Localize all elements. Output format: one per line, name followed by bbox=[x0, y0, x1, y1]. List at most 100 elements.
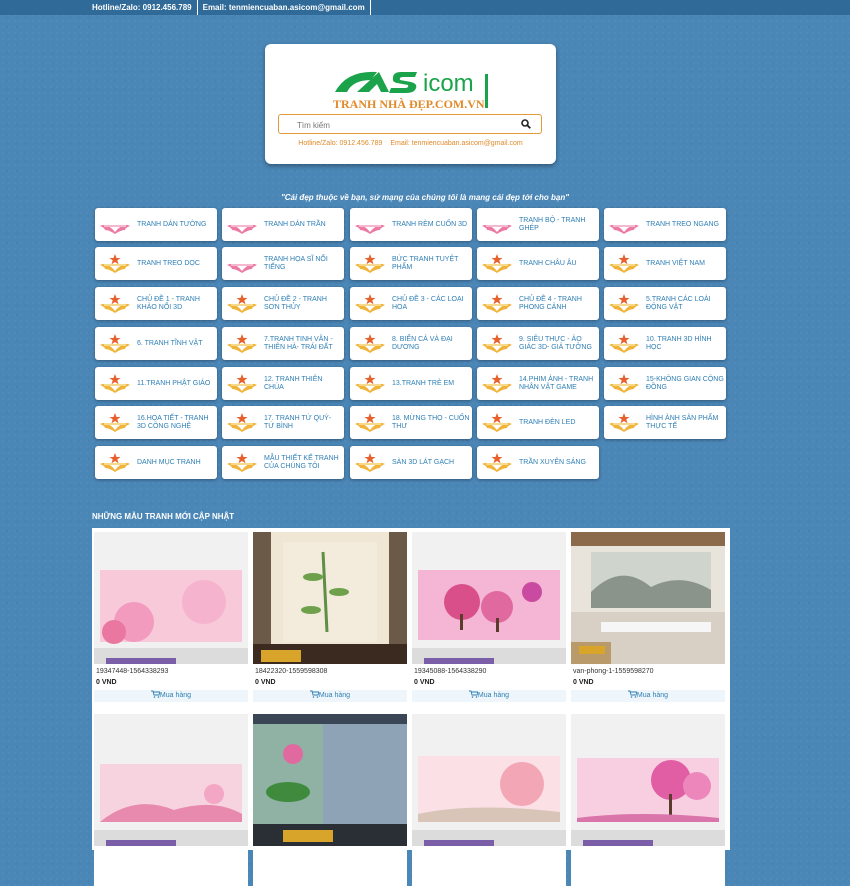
category-item[interactable]: 9. SIÊU THỰC - ẢO GIÁC 3D- GIẢ TƯỞNG bbox=[477, 327, 599, 360]
star-wings-icon bbox=[482, 413, 512, 432]
product-card[interactable] bbox=[94, 710, 248, 886]
category-item[interactable]: 7.TRANH TINH VÂN - THIÊN HÀ- TRÁI ĐẤT bbox=[222, 327, 344, 360]
product-name[interactable]: 18422320-1559598308 bbox=[255, 668, 327, 675]
star-wings-icon bbox=[100, 294, 130, 313]
category-label: MẪU THIẾT KẾ TRANH CỦA CHÚNG TÔI bbox=[264, 454, 339, 470]
category-item[interactable]: TRANH HỌA SĨ NỔI TIẾNG bbox=[222, 247, 344, 280]
top-info-bar: Hotline/Zalo: 0912.456.789 Email: tenmie… bbox=[0, 0, 850, 15]
category-item[interactable]: 13.TRANH TRẺ EM bbox=[350, 367, 472, 400]
category-label: 14.PHIM ẢNH - TRANH NHÂN VẬT GAME bbox=[519, 375, 594, 391]
product-price: 0 VND bbox=[573, 679, 594, 686]
product-card[interactable] bbox=[571, 710, 725, 886]
header-hotline[interactable]: Hotline/Zalo: 0912.456.789 bbox=[298, 140, 382, 147]
buy-button[interactable]: Mua hàng bbox=[253, 690, 407, 702]
category-item[interactable]: TRANH DÁN TRẦN bbox=[222, 208, 344, 241]
category-item[interactable]: TRANH VIỆT NAM bbox=[604, 247, 726, 280]
star-wings-icon bbox=[355, 413, 385, 432]
star-wings-icon bbox=[482, 374, 512, 393]
product-card[interactable]: van-phong-1-1559598270 0 VND Mua hàng bbox=[571, 528, 725, 704]
category-label: 6. TRANH TĨNH VẬT bbox=[137, 339, 203, 347]
category-label: HÌNH ẢNH SẢN PHẨM THỰC TẾ bbox=[646, 414, 719, 430]
category-item[interactable]: TRANH BỘ - TRANH GHÉP bbox=[477, 208, 599, 241]
category-item[interactable]: TRANH DÁN TƯỜNG bbox=[95, 208, 217, 241]
product-image[interactable] bbox=[571, 714, 725, 846]
category-item[interactable]: CHỦ ĐỀ 2 - TRANH SƠN THỦY bbox=[222, 287, 344, 320]
buy-button[interactable]: Mua hàng bbox=[571, 690, 725, 702]
category-item[interactable]: HÌNH ẢNH SẢN PHẨM THỰC TẾ bbox=[604, 406, 726, 439]
category-item[interactable]: 10. TRANH 3D HÌNH HỌC bbox=[604, 327, 726, 360]
category-item[interactable]: 6. TRANH TĨNH VẬT bbox=[95, 327, 217, 360]
product-image[interactable] bbox=[94, 714, 248, 846]
buy-label: Mua hàng bbox=[477, 692, 510, 699]
category-item[interactable]: CHỦ ĐỀ 3 - CÁC LOẠI HOA bbox=[350, 287, 472, 320]
site-logo[interactable]: icom TRANH NHÀ ĐẸP.COM.VN bbox=[327, 62, 497, 112]
header-email[interactable]: Email: tenmiencuaban.asicom@gmail.com bbox=[390, 140, 522, 147]
star-wings-icon bbox=[482, 294, 512, 313]
category-label: TRANH CHÂU ÂU bbox=[519, 259, 577, 267]
product-name[interactable]: van-phong-1-1559598270 bbox=[573, 668, 654, 675]
star-wings-icon bbox=[355, 453, 385, 472]
product-image[interactable] bbox=[253, 532, 407, 664]
category-label: TRANH TREO DỌC bbox=[137, 259, 200, 267]
category-item[interactable]: TRANH RÈM CUỐN 3D bbox=[350, 208, 472, 241]
category-item[interactable]: 17. TRANH TỨ QUÝ- TỨ BÌNH bbox=[222, 406, 344, 439]
product-card[interactable] bbox=[412, 710, 566, 886]
topbar-hotline[interactable]: Hotline/Zalo: 0912.456.789 bbox=[92, 0, 198, 15]
buy-button[interactable]: Mua hàng bbox=[94, 690, 248, 702]
buy-label: Mua hàng bbox=[636, 692, 669, 699]
product-card[interactable] bbox=[253, 710, 407, 886]
product-image[interactable] bbox=[94, 532, 248, 664]
header-contact: Hotline/Zalo: 0912.456.789 Email: tenmie… bbox=[265, 140, 556, 147]
product-image[interactable] bbox=[571, 532, 725, 664]
product-card[interactable]: 19347448-1564338293 0 VND Mua hàng bbox=[94, 528, 248, 704]
category-item[interactable]: MẪU THIẾT KẾ TRANH CỦA CHÚNG TÔI bbox=[222, 446, 344, 479]
category-label: BỨC TRANH TUYỆT PHẨM bbox=[392, 255, 459, 271]
category-item[interactable]: SÀN 3D LÁT GẠCH bbox=[350, 446, 472, 479]
product-image[interactable] bbox=[253, 714, 407, 846]
product-name[interactable]: 19345088-1564338290 bbox=[414, 668, 486, 675]
product-image[interactable] bbox=[412, 714, 566, 846]
category-item[interactable]: 5.TRANH CÁC LOÀI ĐỘNG VẬT bbox=[604, 287, 726, 320]
topbar-email[interactable]: Email: tenmiencuaban.asicom@gmail.com bbox=[203, 0, 371, 15]
star-wings-icon bbox=[227, 374, 257, 393]
category-item[interactable]: BỨC TRANH TUYỆT PHẨM bbox=[350, 247, 472, 280]
wings-icon bbox=[227, 263, 257, 273]
category-item[interactable]: TRANH ĐÈN LED bbox=[477, 406, 599, 439]
category-item[interactable]: CHỦ ĐỀ 1 - TRANH KHẢO NỔI 3D bbox=[95, 287, 217, 320]
search-icon[interactable] bbox=[521, 119, 531, 129]
category-item[interactable]: TRANH CHÂU ÂU bbox=[477, 247, 599, 280]
slogan: "Cái đẹp thuộc về bạn, sứ mạng của chúng… bbox=[280, 193, 570, 202]
category-item[interactable]: DANH MỤC TRANH bbox=[95, 446, 217, 479]
category-item[interactable]: 15-KHÔNG GIAN CỘNG ĐỒNG bbox=[604, 367, 726, 400]
category-label: CHỦ ĐỀ 3 - CÁC LOẠI HOA bbox=[392, 295, 464, 311]
search-input[interactable] bbox=[295, 117, 519, 133]
category-item[interactable]: TRANH TREO DỌC bbox=[95, 247, 217, 280]
category-item[interactable]: 8. BIỂN CẢ VÀ ĐẠI DƯƠNG bbox=[350, 327, 472, 360]
category-item[interactable]: 18. MỪNG THỌ - CUỐN THƯ bbox=[350, 406, 472, 439]
category-label: 7.TRANH TINH VÂN - THIÊN HÀ- TRÁI ĐẤT bbox=[264, 335, 333, 351]
category-label: TRANH TREO NGANG bbox=[646, 220, 719, 228]
category-item[interactable]: TRANH TREO NGANG bbox=[604, 208, 726, 241]
cart-icon bbox=[627, 690, 638, 698]
buy-button[interactable]: Mua hàng bbox=[412, 690, 566, 702]
category-label: CHỦ ĐỀ 1 - TRANH KHẢO NỔI 3D bbox=[137, 295, 200, 311]
svg-text:icom: icom bbox=[423, 70, 474, 97]
product-card[interactable]: 19345088-1564338290 0 VND Mua hàng bbox=[412, 528, 566, 704]
category-item[interactable]: 12. TRANH THIÊN CHÚA bbox=[222, 367, 344, 400]
category-item[interactable]: 11.TRANH PHẬT GIÁO bbox=[95, 367, 217, 400]
star-wings-icon bbox=[355, 374, 385, 393]
product-image[interactable] bbox=[412, 532, 566, 664]
header-box: icom TRANH NHÀ ĐẸP.COM.VN Hotline/Zalo: … bbox=[265, 44, 556, 164]
star-wings-icon bbox=[609, 374, 639, 393]
category-item[interactable]: 16.HỌA TIẾT - TRANH 3D CÔNG NGHỆ bbox=[95, 406, 217, 439]
star-wings-icon bbox=[100, 374, 130, 393]
cart-icon bbox=[468, 690, 479, 698]
category-label: 18. MỪNG THỌ - CUỐN THƯ bbox=[392, 414, 470, 430]
category-item[interactable]: TRẦN XUYÊN SÁNG bbox=[477, 446, 599, 479]
product-name[interactable]: 19347448-1564338293 bbox=[96, 668, 168, 675]
category-item[interactable]: CHỦ ĐỀ 4 - TRANH PHONG CẢNH bbox=[477, 287, 599, 320]
star-wings-icon bbox=[609, 294, 639, 313]
category-label: 9. SIÊU THỰC - ẢO GIÁC 3D- GIẢ TƯỞNG bbox=[519, 335, 592, 351]
category-item[interactable]: 14.PHIM ẢNH - TRANH NHÂN VẬT GAME bbox=[477, 367, 599, 400]
product-card[interactable]: 18422320-1559598308 0 VND Mua hàng bbox=[253, 528, 407, 704]
